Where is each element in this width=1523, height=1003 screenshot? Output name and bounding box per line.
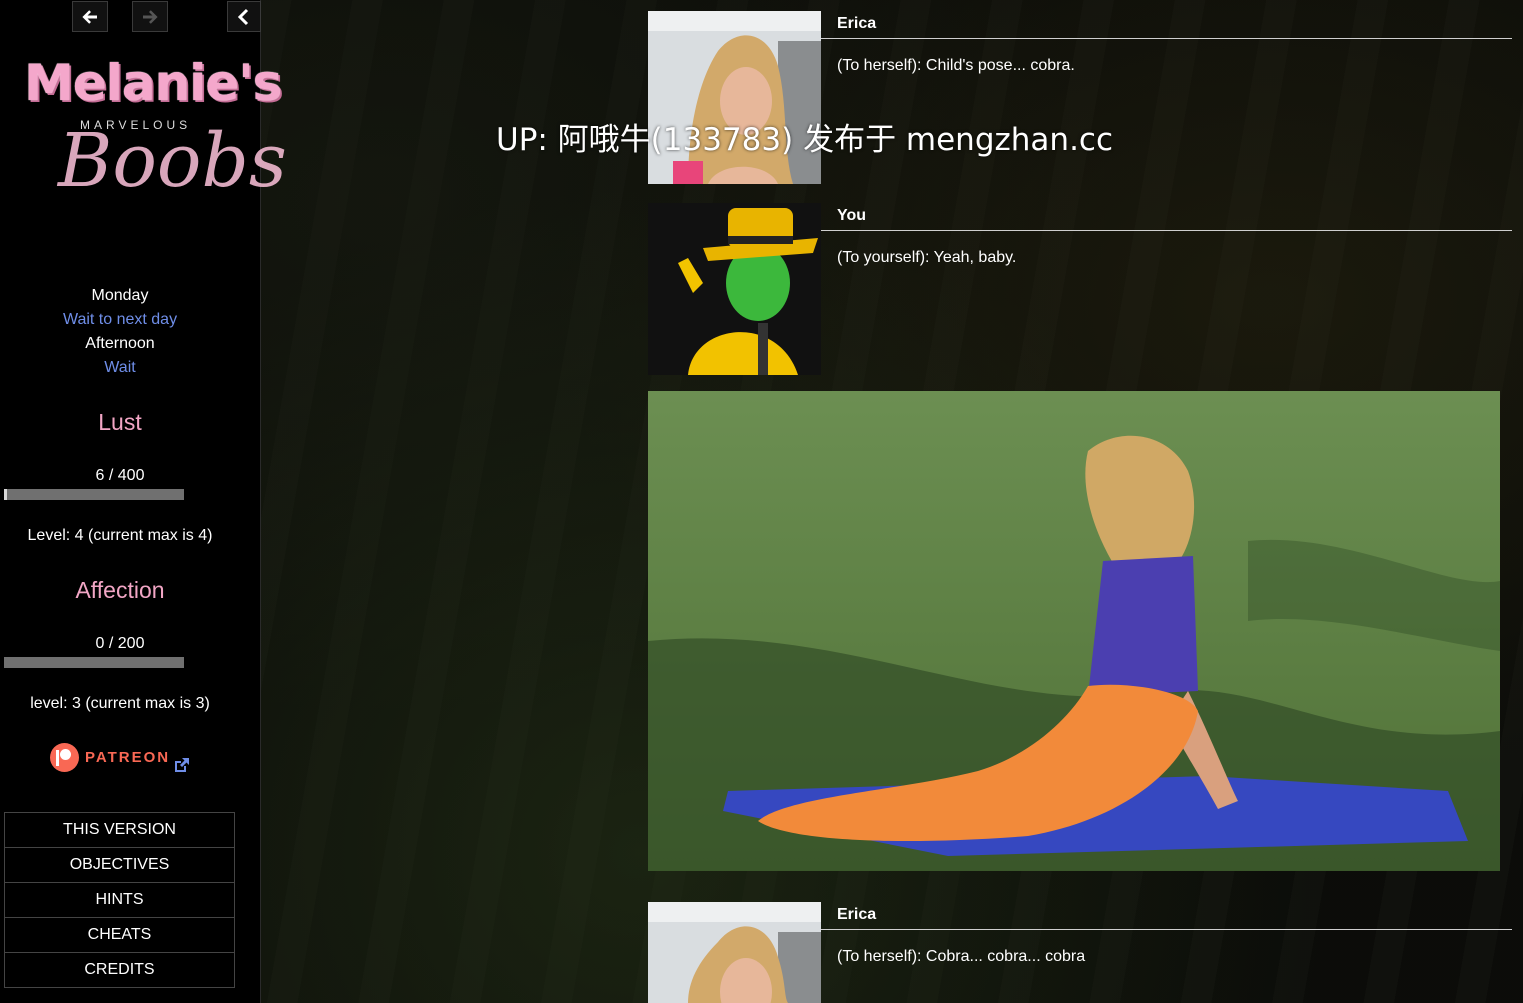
menu-objectives[interactable]: OBJECTIVES xyxy=(4,848,235,883)
affection-level: level: 3 (current max is 3) xyxy=(30,695,210,712)
divider xyxy=(821,230,1512,231)
affection-value: 0 / 200 xyxy=(95,635,145,652)
speaker-name: You xyxy=(837,207,867,224)
menu-credits[interactable]: CREDITS xyxy=(4,953,235,988)
time-period-label: Afternoon xyxy=(85,335,155,352)
arrow-left-icon xyxy=(82,9,97,24)
speaker-name: Erica xyxy=(837,15,877,32)
lust-progress-bar xyxy=(4,489,184,500)
arrow-right-icon xyxy=(143,9,158,24)
dialogue-text: (To yourself): Yeah, baby. xyxy=(837,249,1017,266)
patreon-link[interactable]: PATREON xyxy=(50,741,170,773)
lust-value: 6 / 400 xyxy=(95,467,145,484)
speaker-portrait xyxy=(648,902,821,1003)
menu-cheats[interactable]: CHEATS xyxy=(4,918,235,953)
lust-title: Lust xyxy=(98,409,142,435)
menu-hints[interactable]: HINTS xyxy=(4,883,235,918)
sidebar: Boobs Melanie's MARVELOUS Monday Wait to… xyxy=(0,0,287,1003)
dialogue-entry: You (To yourself): Yeah, baby. xyxy=(648,203,1512,375)
dialogue-entry: Erica (To herself): Cobra... cobra... co… xyxy=(648,902,1512,1003)
patreon-icon xyxy=(50,742,79,772)
lust-progress-fill xyxy=(4,489,7,500)
speaker-name: Erica xyxy=(837,906,877,923)
logo-subtitle: MARVELOUS xyxy=(80,118,192,132)
external-link-icon[interactable] xyxy=(173,757,190,774)
speaker-portrait xyxy=(648,11,821,184)
speaker-portrait xyxy=(648,203,821,375)
sidebar-menu: THIS VERSION OBJECTIVES HINTS CHEATS CRE… xyxy=(4,812,235,988)
dialogue-entry: Erica (To herself): Child's pose... cobr… xyxy=(648,11,1512,184)
dialogue-text: (To herself): Cobra... cobra... cobra xyxy=(837,948,1086,965)
scene-image xyxy=(648,391,1500,871)
divider xyxy=(821,929,1512,930)
wait-next-day-link[interactable]: Wait to next day xyxy=(0,311,240,329)
affection-progress-bar xyxy=(4,657,184,668)
patreon-label: PATREON xyxy=(85,748,171,766)
wait-link[interactable]: Wait xyxy=(0,359,240,377)
affection-title: Affection xyxy=(75,577,165,603)
menu-this-version[interactable]: THIS VERSION xyxy=(4,812,235,848)
back-button[interactable] xyxy=(72,1,108,32)
divider xyxy=(821,38,1512,39)
collapse-sidebar-button[interactable] xyxy=(227,1,261,32)
lust-level: Level: 4 (current max is 4) xyxy=(27,527,213,544)
day-label: Monday xyxy=(91,287,149,304)
game-logo: Boobs Melanie's MARVELOUS xyxy=(20,52,287,212)
forward-button[interactable] xyxy=(132,1,168,32)
dialogue-text: (To herself): Child's pose... cobra. xyxy=(837,57,1075,74)
chevron-left-icon xyxy=(237,8,249,25)
logo-title: Melanie's xyxy=(24,54,282,112)
